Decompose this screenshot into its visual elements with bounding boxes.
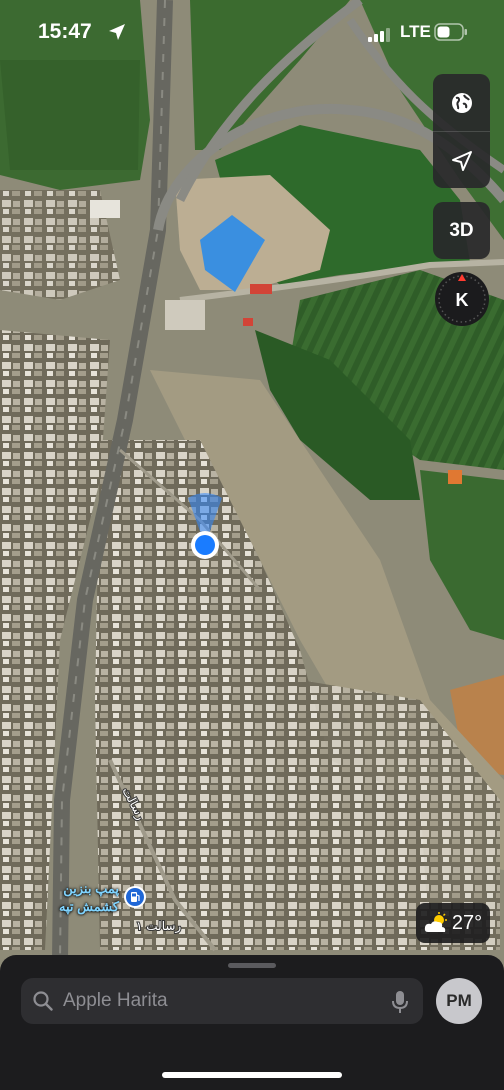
temperature: 27° bbox=[451, 911, 483, 934]
status-bar: 15:47 LTE bbox=[0, 0, 504, 66]
network-type: LTE bbox=[400, 22, 431, 41]
maps-app: رسالت رسالت ۱ 15:47 LTE 3D K پمپ بنزین ک… bbox=[0, 0, 504, 1090]
weather-badge[interactable]: 27° bbox=[416, 903, 490, 943]
track-location-button[interactable] bbox=[433, 131, 490, 188]
cellular-signal-icon bbox=[368, 28, 390, 42]
user-location-dot[interactable] bbox=[195, 535, 215, 555]
map-mode-button[interactable] bbox=[433, 74, 490, 131]
location-arrow-icon bbox=[451, 150, 472, 171]
compass-label: K bbox=[456, 290, 469, 310]
map-controls bbox=[433, 74, 490, 188]
clock: 15:47 bbox=[38, 20, 92, 43]
microphone-icon[interactable] bbox=[391, 990, 409, 1014]
location-services-icon bbox=[109, 24, 125, 40]
compass-button[interactable]: K bbox=[434, 271, 490, 327]
search-sheet: Apple Harita PM bbox=[0, 955, 504, 1090]
poi-gas-station[interactable]: پمپ بنزین کشمش تپه bbox=[24, 880, 154, 924]
poi-label-line1: پمپ بنزین bbox=[63, 881, 119, 896]
sheet-grabber[interactable] bbox=[228, 963, 276, 968]
3d-button[interactable]: 3D bbox=[433, 202, 490, 259]
globe-icon bbox=[451, 92, 472, 113]
search-bar[interactable]: Apple Harita bbox=[21, 978, 423, 1024]
battery-icon bbox=[434, 23, 467, 41]
home-indicator bbox=[162, 1072, 342, 1078]
partly-cloudy-icon bbox=[424, 912, 447, 932]
search-input[interactable]: Apple Harita bbox=[63, 978, 168, 1024]
poi-label: پمپ بنزین کشمش تپه bbox=[24, 880, 119, 916]
avatar[interactable]: PM bbox=[436, 978, 482, 1024]
poi-label-line2: کشمش تپه bbox=[59, 899, 119, 914]
fuel-icon bbox=[124, 886, 146, 908]
search-icon bbox=[33, 991, 53, 1011]
